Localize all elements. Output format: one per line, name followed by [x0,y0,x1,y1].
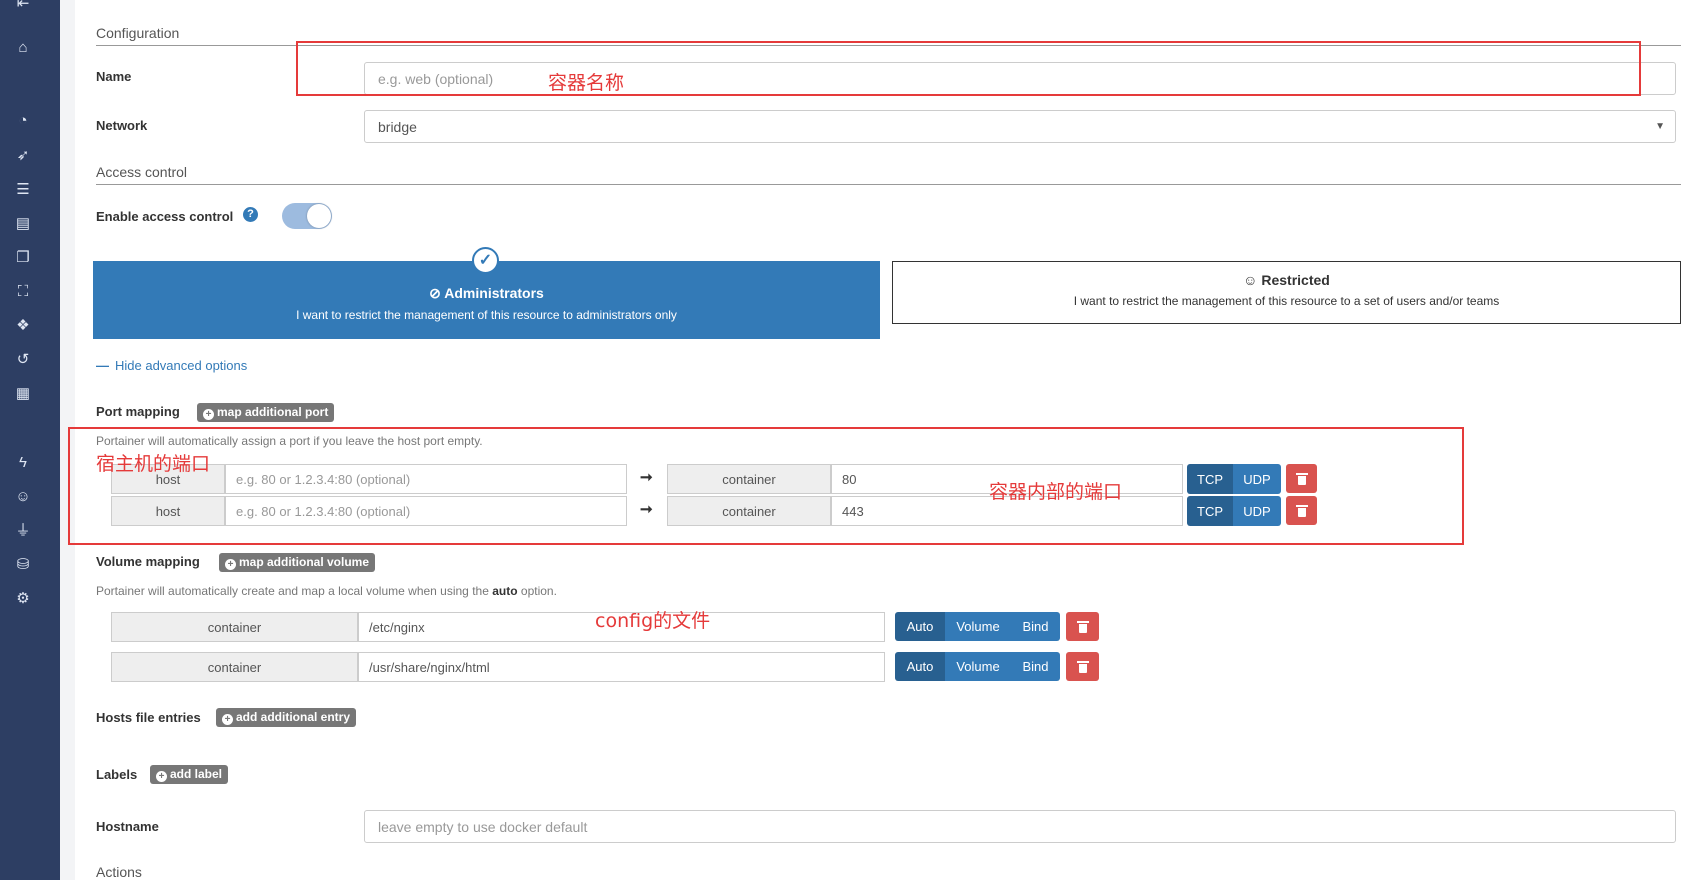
trash-icon [1076,620,1089,633]
minus-icon: — [96,358,109,373]
add-additional-entry-label: add additional entry [236,710,351,724]
container-path-input[interactable]: /usr/share/nginx/html [358,652,885,682]
database-icon[interactable]: ⛁ [0,557,46,573]
section-title-access-control: Access control [96,164,188,180]
annotation-container-port: 容器内部的端口 [989,481,1123,503]
section-title-actions: Actions [96,864,142,880]
volume-mapping-help: Portainer will automatically create and … [96,584,557,598]
labels-label: Labels [96,767,138,782]
administrators-description: I want to restrict the management of thi… [296,308,677,322]
annotation-box-name [296,41,1641,96]
bind-button[interactable]: Bind [1011,652,1060,681]
users-icon[interactable]: ☺ [0,489,46,505]
map-additional-volume-button[interactable]: + map additional volume [219,553,376,572]
enable-access-control-label: Enable access control [96,209,234,224]
bind-button[interactable]: Bind [1011,612,1060,641]
port-mapping-label: Port mapping [96,404,180,419]
plus-circle-icon: + [225,559,236,570]
network-icon[interactable]: ⛶ [0,284,46,300]
home-icon[interactable]: ⌂ [0,40,46,56]
dashboard-icon[interactable]: ◔ [0,113,46,129]
annotation-config: config的文件 [595,610,711,632]
volume-help-prefix: Portainer will automatically create and … [96,584,493,598]
users-icon: ☺ [1243,272,1262,288]
auto-button[interactable]: Auto [895,612,945,641]
cubes-icon[interactable]: ❖ [0,318,46,334]
add-additional-entry-button[interactable]: + add additional entry [216,708,357,727]
main-content: Configuration Name e.g. web (optional) N… [68,0,1681,880]
hide-advanced-options-label: Hide advanced options [115,358,248,373]
administrators-title: Administrators [444,285,544,301]
divider [96,184,1681,185]
map-additional-volume-label: map additional volume [239,555,370,569]
eye-slash-icon: ⊘ [429,285,445,301]
remove-volume-button[interactable] [1066,652,1099,681]
hide-advanced-options-link[interactable]: — Hide advanced options [96,358,247,373]
plus-circle-icon: + [156,771,167,782]
sidebar: ⇤ ⌂ ◔ ➶ ☰ ▤ ❐ ⛶ ❖ ↺ ▦ ϟ ☺ ⏚ ⛁ ⚙ [0,0,60,880]
annotation-name: 容器名称 [548,72,625,94]
volume-mapping-label: Volume mapping [96,554,200,569]
toggle-knob [307,204,331,228]
restricted-option[interactable]: ☺ Restricted I want to restrict the mana… [892,261,1681,324]
question-circle-icon[interactable]: ? [243,207,258,222]
images-icon[interactable]: ❐ [0,250,46,266]
network-select[interactable]: bridge ▼ [364,110,1676,143]
caret-down-icon: ▼ [1655,121,1665,132]
add-label-label: add label [170,767,223,781]
annotation-host-port: 宿主机的端口 [96,453,211,475]
name-label: Name [96,69,132,84]
plus-circle-icon: + [203,409,214,420]
restricted-description: I want to restrict the management of thi… [1073,294,1500,308]
plus-circle-icon: + [222,714,233,725]
network-label: Network [96,118,148,133]
remove-volume-button[interactable] [1066,612,1099,641]
container-addon: container [111,652,358,682]
grid-icon[interactable]: ▦ [0,386,46,402]
map-additional-port-label: map additional port [217,405,329,419]
arrow-left-icon[interactable]: ⇤ [0,0,46,12]
hosts-file-entries-label: Hosts file entries [96,710,201,725]
history-icon[interactable]: ↺ [0,352,46,368]
access-control-toggle[interactable] [282,203,332,229]
auto-button[interactable]: Auto [895,652,945,681]
rocket-icon[interactable]: ➶ [0,148,46,164]
list-icon[interactable]: ☰ [0,182,46,198]
container-addon: container [111,612,358,642]
network-selected-value: bridge [378,118,417,135]
volume-button[interactable]: Volume [945,652,1011,681]
server-icon[interactable]: ▤ [0,216,46,232]
annotation-box-ports [68,427,1464,545]
cogs-icon[interactable]: ⚙ [0,591,46,607]
hostname-label: Hostname [96,819,159,834]
check-circle-icon: ✓ [472,247,499,274]
bolt-icon[interactable]: ϟ [0,455,46,471]
volume-help-suffix: option. [517,584,557,598]
volume-button[interactable]: Volume [945,612,1011,641]
hostname-input[interactable]: leave empty to use docker default [364,810,1676,843]
map-additional-port-button[interactable]: + map additional port [197,403,335,422]
volume-help-bold: auto [492,584,518,598]
add-label-button[interactable]: + add label [150,765,229,784]
restricted-title: Restricted [1261,272,1330,288]
trash-icon [1076,660,1089,673]
plug-icon[interactable]: ⏚ [0,523,46,539]
section-title-configuration: Configuration [96,25,180,41]
